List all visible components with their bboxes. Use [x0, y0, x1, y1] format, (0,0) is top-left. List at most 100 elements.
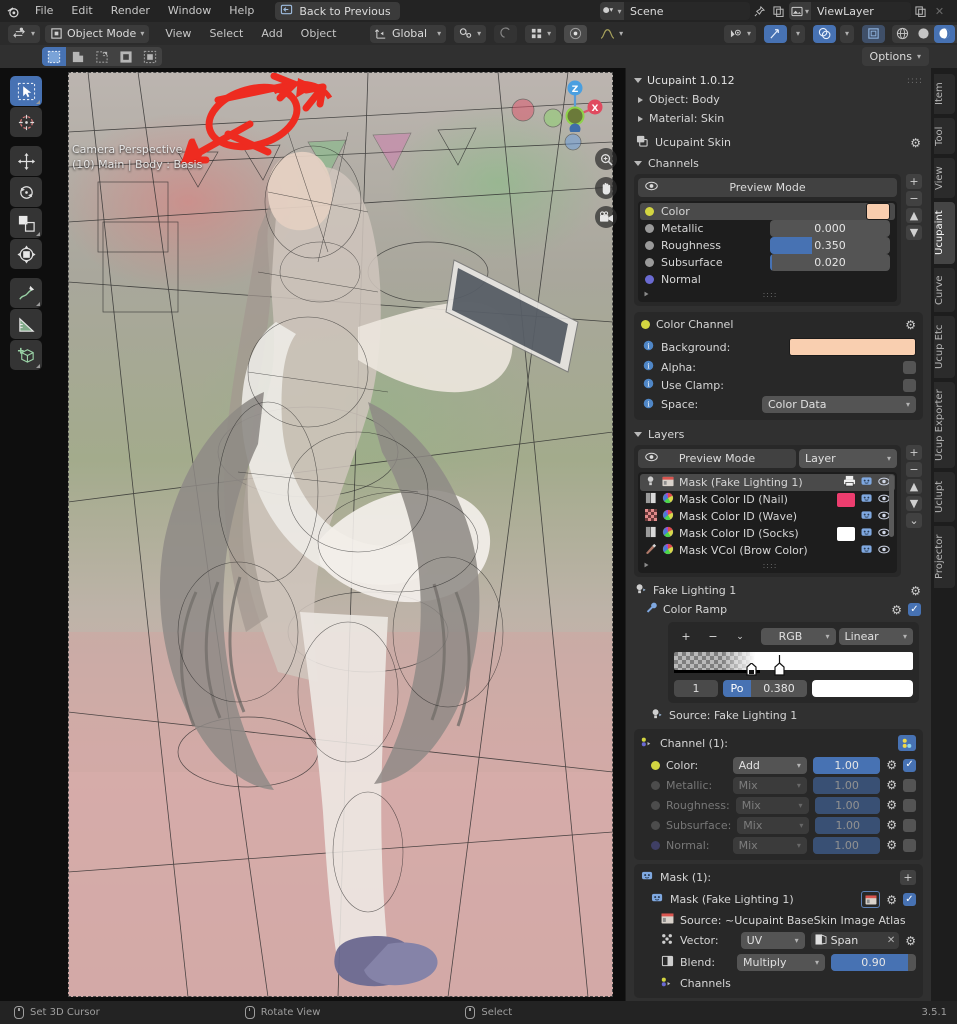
layers-mode-dropdown[interactable]: Layer ▾	[799, 449, 897, 468]
layer-menu-button[interactable]: ⌄	[906, 513, 922, 528]
layers-header[interactable]: Layers	[626, 424, 931, 443]
mask-enable-checkbox[interactable]: ✓	[903, 893, 916, 906]
color-ramp-gradient[interactable]	[674, 652, 913, 676]
layers-list[interactable]: Mask (Fake Lighting 1) Mask Color ID (Nai…	[638, 472, 897, 573]
layer-row[interactable]: Mask Color ID (Nail)	[640, 491, 895, 508]
layer-color-swatch[interactable]	[836, 491, 856, 508]
channels-list-grip[interactable]: ::::	[763, 290, 778, 299]
viewlayer-selector[interactable]: ▾ ViewLayer ✕	[789, 2, 949, 20]
layer-source-row[interactable]: Source: Fake Lighting 1	[626, 703, 931, 725]
menu-edit[interactable]: Edit	[62, 0, 101, 22]
channel-blend-dropdown[interactable]: Add ▾	[732, 756, 807, 774]
viewlayer-name[interactable]: ViewLayer	[811, 5, 911, 18]
layer-mask-icon[interactable]	[861, 493, 873, 507]
channel-blend-dropdown[interactable]: Mix ▾	[737, 816, 810, 834]
layer-bake-icon[interactable]	[843, 475, 856, 490]
channel-blend-row[interactable]: Subsurface: Mix ▾ 1.00 ⚙	[639, 815, 918, 835]
object-mode-selector[interactable]: Object Mode ▾	[45, 24, 150, 43]
channel-blend-dropdown[interactable]: Mix ▾	[735, 796, 809, 814]
mask-section-header[interactable]: Mask (1): +	[639, 869, 918, 890]
sidebar-tab-item[interactable]: Item	[934, 74, 955, 114]
layer-mask-icon[interactable]	[861, 544, 873, 558]
select-set-icon[interactable]	[42, 47, 66, 66]
menu-render[interactable]: Render	[102, 0, 159, 22]
proportional-falloff-selector[interactable]: ▾	[525, 24, 557, 43]
menu-window[interactable]: Window	[159, 0, 220, 22]
mask-channels-row[interactable]: Channels	[639, 975, 918, 993]
channel-enable-checkbox[interactable]	[903, 838, 917, 852]
3d-viewport[interactable]: Camera Perspective (10) Main | Body : Ba…	[0, 68, 625, 1001]
tree-settings-gear-icon[interactable]: ⚙	[910, 137, 921, 149]
blender-logo-icon[interactable]	[0, 0, 26, 22]
mask-blend-value-slider[interactable]: 0.90	[831, 954, 916, 971]
camera-icon[interactable]	[595, 206, 617, 228]
annotate-tool[interactable]	[10, 278, 42, 308]
mask-item-row[interactable]: Mask (Fake Lighting 1) ⚙ ✓	[639, 890, 918, 912]
select-extend-icon[interactable]	[66, 47, 90, 66]
ucupaint-tree-row[interactable]: Ucupaint Skin ⚙	[626, 129, 931, 154]
channel-enable-checkbox[interactable]: ✓	[903, 758, 917, 772]
mask-blend-mode-dropdown[interactable]: Multiply ▾	[737, 954, 826, 971]
channels-preview-mode-button[interactable]: Preview Mode	[638, 178, 897, 197]
pan-hand-icon[interactable]	[595, 177, 617, 199]
channel-blend-row[interactable]: Color: Add ▾ 1.00 ⚙ ✓	[639, 755, 918, 775]
layer-mask-icon[interactable]	[861, 510, 873, 524]
color-channel-gear-icon[interactable]: ⚙	[905, 319, 916, 331]
alpha-row[interactable]: i Alpha:	[639, 358, 918, 376]
panel-grip[interactable]: ::::	[907, 76, 923, 86]
navigation-gizmo[interactable]: Z X	[547, 76, 603, 135]
color-ramp-header[interactable]: Color Ramp ⚙ ✓	[626, 600, 931, 619]
channel-section-header[interactable]: Channel (1):	[639, 734, 918, 755]
ucupaint-panel-header[interactable]: Ucupaint 1.0.12 ::::	[626, 68, 931, 89]
menu-help[interactable]: Help	[220, 0, 263, 22]
layer-row[interactable]: Mask (Fake Lighting 1)	[640, 474, 895, 491]
active-layer-gear-icon[interactable]: ⚙	[910, 585, 921, 597]
channel-enable-checkbox[interactable]	[903, 798, 916, 812]
mask-gear-icon[interactable]: ⚙	[886, 894, 897, 906]
mask-blend-row[interactable]: Blend: Multiply ▾ 0.90	[639, 953, 918, 975]
menu-object[interactable]: Object	[292, 22, 346, 45]
channel-row[interactable]: Metallic 0.000	[640, 220, 895, 237]
alpha-checkbox[interactable]	[903, 360, 916, 374]
layer-row[interactable]: Mask VCol (Brow Color)	[640, 542, 895, 559]
space-dropdown[interactable]: Color Data ▾	[762, 396, 916, 413]
menu-select[interactable]: Select	[200, 22, 252, 45]
layer-visibility-eye-icon[interactable]	[878, 544, 890, 557]
channel-blend-row[interactable]: Normal: Mix ▾ 1.00 ⚙	[639, 835, 918, 855]
channel-intensity-slider[interactable]: 1.00	[812, 776, 881, 794]
channel-blend-row[interactable]: Roughness: Mix ▾ 1.00 ⚙	[639, 795, 918, 815]
channel-settings-gear-icon[interactable]: ⚙	[886, 799, 897, 811]
add-channel-button[interactable]: +	[906, 174, 922, 189]
channel-toggle-all-button[interactable]	[898, 735, 916, 751]
move-layer-up-button[interactable]: ▲	[906, 479, 922, 494]
color-ramp-color-mode-dropdown[interactable]: RGB ▾	[761, 628, 836, 645]
snapping-toggle[interactable]: ▾	[454, 24, 487, 43]
transform-tool[interactable]	[10, 239, 42, 269]
sidebar-tab-uclupt[interactable]: Uclupt	[934, 472, 955, 522]
color-ramp-stop-1[interactable]	[774, 655, 785, 679]
cursor-tool[interactable]	[10, 107, 42, 137]
sidebar-tab-ucup-etc[interactable]: Ucup Etc	[934, 316, 955, 378]
shading-wireframe-button[interactable]	[892, 25, 913, 43]
use-clamp-checkbox[interactable]	[903, 378, 916, 392]
move-tool[interactable]	[10, 146, 42, 176]
move-channel-down-button[interactable]: ▼	[906, 225, 922, 240]
sidebar-tab-curve[interactable]: Curve	[934, 268, 955, 312]
channel-blend-dropdown[interactable]: Mix ▾	[732, 776, 807, 794]
color-ramp-interpolation-dropdown[interactable]: Linear ▾	[838, 628, 913, 645]
use-clamp-row[interactable]: i Use Clamp:	[639, 376, 918, 394]
move-channel-up-button[interactable]: ▲	[906, 208, 922, 223]
remove-layer-button[interactable]: −	[906, 462, 922, 477]
scene-selector[interactable]: ▾ Scene ✕	[600, 2, 807, 20]
scale-tool[interactable]	[10, 208, 42, 238]
color-ramp-remove-stop-button[interactable]: −	[701, 628, 725, 645]
channel-intensity-slider[interactable]: 1.00	[812, 836, 881, 854]
material-row[interactable]: Material: Skin	[626, 110, 931, 129]
select-invert-icon[interactable]	[114, 47, 138, 66]
sidebar-tab-tool[interactable]: Tool	[934, 118, 955, 154]
select-intersect-icon[interactable]	[138, 47, 162, 66]
object-row[interactable]: Object: Body	[626, 89, 931, 110]
add-mask-button[interactable]: +	[900, 870, 916, 885]
channel-color-swatch[interactable]	[866, 203, 890, 220]
delete-viewlayer-icon[interactable]: ✕	[930, 2, 949, 20]
